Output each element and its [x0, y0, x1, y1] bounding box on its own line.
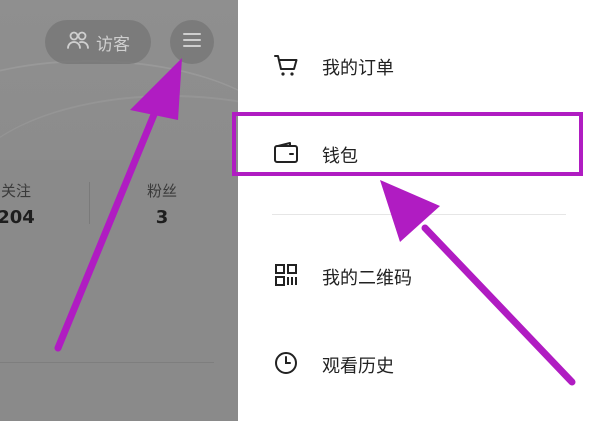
- cart-icon: [272, 51, 300, 84]
- fans-stat[interactable]: 粉丝 3: [132, 180, 192, 228]
- following-count: 204: [0, 207, 35, 228]
- menu-item-history[interactable]: 观看历史: [272, 345, 394, 385]
- visitor-label: 访客: [96, 34, 130, 55]
- hamburger-icon: [181, 29, 203, 55]
- fans-count: 3: [155, 207, 169, 228]
- menu-item-label: 我的订单: [322, 58, 394, 79]
- menu-divider: [272, 214, 566, 215]
- section-divider: [0, 362, 214, 363]
- profile-page-overlay[interactable]: 访客 关注 204 粉丝 3: [0, 0, 238, 421]
- following-label: 关注: [0, 182, 31, 200]
- visitor-button[interactable]: 访客: [45, 20, 151, 64]
- wallet-highlight-box: [232, 112, 583, 176]
- stat-divider: [89, 182, 90, 224]
- people-icon: [66, 28, 90, 57]
- menu-item-label: 观看历史: [322, 356, 394, 377]
- menu-item-orders[interactable]: 我的订单: [272, 47, 394, 87]
- fans-label: 粉丝: [146, 182, 177, 200]
- menu-item-qr-code[interactable]: 我的二维码: [272, 257, 412, 297]
- side-drawer-menu: 我的订单 钱包 我的二维码 观看历史: [238, 0, 600, 421]
- following-stat[interactable]: 关注 204: [0, 180, 46, 228]
- qr-code-icon: [272, 261, 300, 294]
- menu-item-label: 我的二维码: [322, 268, 412, 289]
- clock-icon: [272, 349, 300, 382]
- menu-button[interactable]: [170, 20, 214, 64]
